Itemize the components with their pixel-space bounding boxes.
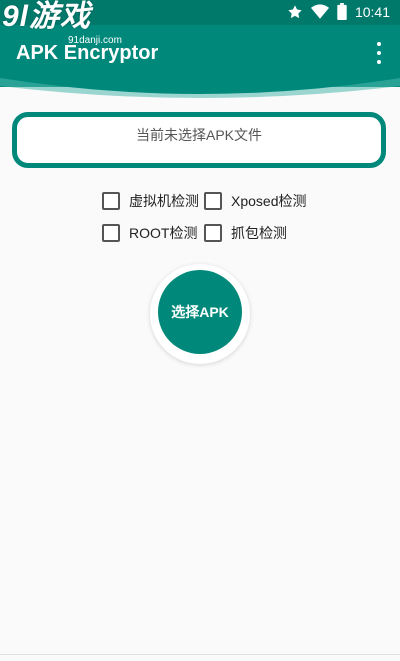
app-bar-wave [0,72,400,98]
select-apk-button-shadow: 选择APK [150,264,250,364]
option-label: 虚拟机检测 [129,193,199,209]
battery-icon [337,3,347,20]
menu-dot [377,51,381,55]
bottom-divider [0,654,400,655]
checkbox[interactable] [204,192,222,210]
option-label: 抓包检测 [231,225,287,241]
select-apk-button[interactable]: 选择APK [158,270,242,354]
menu-dot [377,60,381,64]
watermark-text: 9l游戏 [2,0,92,33]
checkbox[interactable] [204,224,222,242]
wifi-icon [310,4,329,19]
status-time: 10:41 [354,3,390,20]
option-xposed-detection[interactable]: Xposed检测 [204,191,306,211]
options-row: ROOT检测 抓包检测 [102,217,332,249]
options-row: 虚拟机检测 Xposed检测 [102,185,332,217]
watermark-url: 91danji.com [68,35,122,46]
watermark-logo: 9l游戏 91danji.com [2,0,142,56]
detection-options: 虚拟机检测 Xposed检测 ROOT检测 抓包检测 [102,185,332,249]
checkbox[interactable] [102,224,120,242]
option-capture-detection[interactable]: 抓包检测 [204,223,287,243]
file-status-text: 当前未选择APK文件 [135,127,262,143]
option-vm-detection[interactable]: 虚拟机检测 [102,191,204,211]
menu-dot [377,42,381,46]
file-status-box: 当前未选择APK文件 [12,112,386,168]
star-icon [288,4,302,18]
status-icons: 10:41 [287,3,390,20]
option-label: ROOT检测 [129,225,198,241]
checkbox[interactable] [102,192,120,210]
app-screen: 10:41 9l游戏 91danji.com APK Encryptor 当前未… [0,0,400,661]
more-vert-icon[interactable] [374,42,384,64]
option-root-detection[interactable]: ROOT检测 [102,223,204,243]
option-label: Xposed检测 [231,193,307,209]
